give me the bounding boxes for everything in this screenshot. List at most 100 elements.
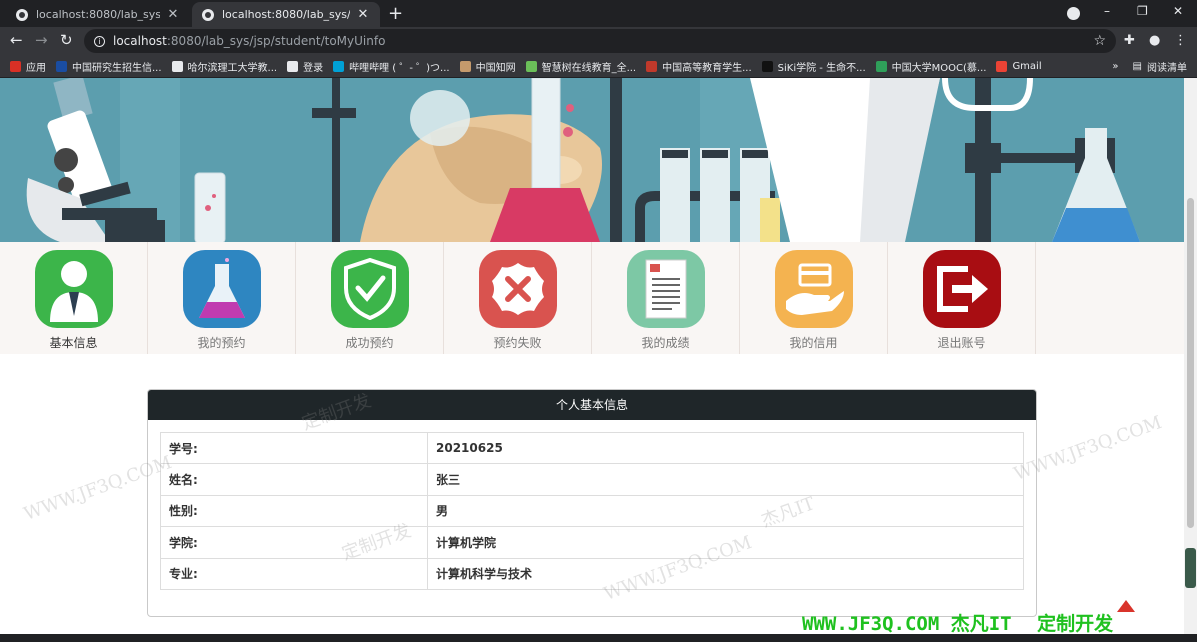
menu-item-label: 我的成绩 (641, 336, 690, 350)
bookmark-icon (10, 60, 21, 72)
bookmark-icon (525, 60, 537, 72)
bookmark-label: 应用 (26, 62, 46, 74)
bookmark-label: 中国知网 (475, 62, 516, 74)
bookmark-label: Gmail (1012, 60, 1042, 72)
media-indicator-icon[interactable] (1067, 7, 1080, 20)
card-hand-icon (774, 250, 853, 328)
cross-badge-icon (478, 250, 557, 328)
field-label: 学院: (160, 526, 428, 559)
bookmark-label: 智慧树在线教育_全... (541, 62, 637, 74)
bookmark-label: 哈尔滨理工大学教... (187, 62, 278, 74)
maximize-button[interactable]: ❐ (1137, 4, 1148, 18)
bookmark-icon (287, 60, 299, 72)
bookmark-item[interactable]: 应用 (10, 59, 46, 74)
browser-tab-back[interactable]: localhost:8080/lab_sys/back/m ✕ (6, 2, 190, 27)
side-widget[interactable] (1185, 548, 1196, 588)
student-info-table: 学号: 20210625 姓名: 张三 性别: 男 学院: 计算机学院 专业: (160, 431, 1024, 590)
bookmark-item[interactable]: 哔哩哔哩 ( ゜- ゜)つ... (333, 59, 450, 74)
browser-toolbar: ← → ↻ i localhost:8080/lab_sys/jsp/stude… (0, 27, 1197, 55)
bookmark-icon (646, 60, 658, 72)
site-info-icon[interactable]: i (94, 35, 105, 47)
lab-banner-image (0, 78, 1184, 242)
bookmark-label: 登录 (303, 62, 324, 74)
menu-item-my-credit[interactable]: 我的信用 (740, 242, 888, 354)
field-value: 男 (427, 494, 1024, 528)
field-label: 专业: (160, 557, 428, 590)
bookmark-icon (996, 60, 1008, 72)
bookmark-label: SiKi学院 - 生命不... (777, 62, 866, 74)
bookmark-item[interactable]: Gmail (996, 60, 1042, 72)
table-row: 学院: 计算机学院 (160, 526, 1024, 559)
bookmark-item[interactable]: 中国大学MOOC(慕... (875, 59, 987, 74)
bookmark-item[interactable]: 哈尔滨理工大学教... (171, 59, 278, 74)
menu-item-logout[interactable]: 退出账号 (888, 242, 1036, 354)
shield-check-icon (330, 250, 409, 328)
bookmark-star-icon[interactable]: ☆ (1093, 33, 1106, 49)
tab-title: localhost:8080/lab_sys/back/m (36, 8, 160, 21)
back-to-top-icon[interactable] (1117, 600, 1135, 612)
page-scrollbar[interactable] (1184, 78, 1197, 642)
tab-close-icon[interactable]: ✕ (166, 7, 180, 22)
bottom-bar (0, 634, 1197, 642)
page-content: 基本信息 我的预约 成功预约 预约失败 我的成绩 我的信用 退出账号 个人基本信… (0, 78, 1197, 642)
menu-item-my-grades[interactable]: 我的成绩 (592, 242, 740, 354)
bookmark-item[interactable]: 登录 (287, 59, 323, 74)
bookmark-label: 哔哩哔哩 ( ゜- ゜)つ... (349, 62, 450, 74)
logout-icon (922, 250, 1001, 328)
tab-title: localhost:8080/lab_sys/jsp/stu (222, 8, 350, 21)
url-path: :8080/lab_sys/jsp/student/toMyUinfo (166, 34, 386, 48)
new-tab-button[interactable]: + (388, 3, 403, 24)
table-row: 专业: 计算机科学与技术 (160, 557, 1024, 590)
bookmark-item[interactable]: 中国知网 (459, 59, 516, 74)
menu-item-label: 我的信用 (789, 336, 838, 350)
panel-title: 个人基本信息 (148, 390, 1036, 420)
user-icon (34, 250, 113, 328)
reading-list-icon: ▤ (1132, 61, 1142, 72)
menu-item-basic-info[interactable]: 基本信息 (0, 242, 148, 354)
forward-arrow-icon[interactable]: → (35, 31, 48, 49)
field-value: 计算机科学与技术 (427, 557, 1024, 590)
bookmark-icon (171, 60, 183, 72)
bookmark-item[interactable]: SiKi学院 - 生命不... (761, 59, 866, 74)
basic-info-panel: 个人基本信息 学号: 20210625 姓名: 张三 性别: 男 学院: 计算机… (147, 389, 1037, 617)
table-row: 学号: 20210625 (160, 431, 1024, 465)
field-label: 姓名: (160, 463, 428, 496)
extensions-icon[interactable]: ✚ (1124, 33, 1135, 48)
profile-icon[interactable]: ● (1149, 33, 1160, 48)
flask-icon (182, 250, 261, 328)
tab-close-icon[interactable]: ✕ (356, 7, 370, 22)
bookmark-item[interactable]: 中国研究生招生信... (56, 59, 162, 74)
browser-tab-bar: localhost:8080/lab_sys/back/m ✕ localhos… (0, 0, 1197, 27)
bookmark-item[interactable]: 中国高等教育学生... (646, 59, 752, 74)
field-value: 20210625 (427, 431, 1024, 465)
footer-watermark: WWW.JF3Q.COM 杰凡IT 定制开发 (802, 613, 1114, 635)
browser-tab-active[interactable]: localhost:8080/lab_sys/jsp/stu ✕ (192, 2, 380, 27)
minimize-button[interactable]: – (1104, 4, 1110, 18)
scrollbar-thumb[interactable] (1187, 198, 1194, 528)
menu-kebab-icon[interactable]: ⋮ (1174, 33, 1187, 48)
more-bookmarks-button[interactable]: » (1112, 61, 1118, 72)
bookmarks-bar: 应用 中国研究生招生信... 哈尔滨理工大学教... 登录 哔哩哔哩 ( ゜- ゜)つ.… (0, 55, 1197, 78)
table-row: 性别: 男 (160, 494, 1024, 528)
bookmark-icon (459, 60, 471, 72)
bookmark-icon (761, 60, 773, 72)
menu-item-label: 基本信息 (49, 336, 98, 350)
field-label: 学号: (160, 431, 428, 465)
address-bar[interactable]: i localhost:8080/lab_sys/jsp/student/toM… (84, 29, 1116, 53)
menu-item-success-reservations[interactable]: 成功预约 (296, 242, 444, 354)
field-label: 性别: (160, 494, 428, 528)
document-icon (626, 250, 705, 328)
reading-list-button[interactable]: 阅读清单 (1147, 59, 1187, 74)
reload-icon[interactable]: ↻ (60, 31, 73, 49)
bookmarks-right: » ▤ 阅读清单 (1112, 59, 1187, 74)
menu-item-failed-reservations[interactable]: 预约失败 (444, 242, 592, 354)
bookmark-label: 中国大学MOOC(慕... (891, 62, 987, 74)
close-window-button[interactable]: ✕ (1173, 4, 1183, 18)
bookmark-icon (333, 60, 345, 72)
field-value: 计算机学院 (427, 526, 1024, 559)
menu-item-my-reservations[interactable]: 我的预约 (148, 242, 296, 354)
field-value: 张三 (427, 463, 1024, 496)
bookmark-item[interactable]: 智慧树在线教育_全... (525, 59, 637, 74)
menu-item-label: 我的预约 (197, 336, 246, 350)
back-arrow-icon[interactable]: ← (10, 31, 23, 49)
